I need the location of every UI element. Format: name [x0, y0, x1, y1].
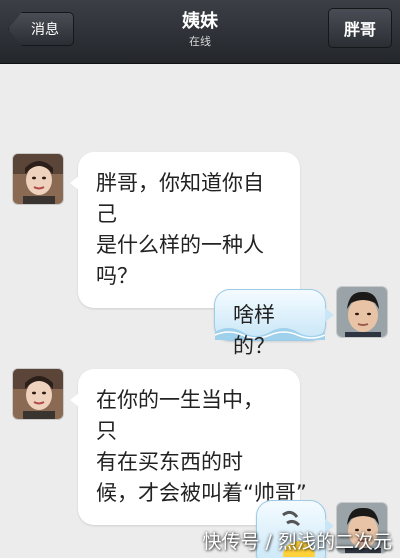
contact-profile-button[interactable]: 胖哥 [328, 8, 392, 48]
woman-portrait-icon [13, 369, 63, 419]
chat-title: 姨妹 [182, 11, 218, 32]
source-watermark: 快传号 / 烈浅的二次元 [202, 531, 392, 553]
message-line: 候，才会被叫着“帅哥” [96, 481, 307, 505]
message-bubble-outgoing[interactable]: 啥样的？ [214, 289, 334, 358]
chat-title-block: 姨妹 在线 [120, 10, 280, 50]
back-to-messages-button[interactable]: 消息 [8, 12, 74, 46]
message-text: 啥样的？ [233, 303, 275, 358]
contact-profile-label: 胖哥 [343, 20, 376, 39]
message-line: 有在买东西的时 [96, 450, 243, 474]
message-line: 吗？ [96, 264, 138, 288]
chat-header: 消息 姨妹 在线 胖哥 [0, 0, 400, 64]
online-status: 在线 [189, 35, 211, 48]
message-bubble-incoming[interactable]: 胖哥，你知道你自己 是什么样的一种人 吗？ [70, 152, 300, 308]
contact-avatar[interactable] [12, 368, 64, 420]
man-portrait-icon [337, 287, 387, 337]
back-button-label: 消息 [31, 22, 59, 38]
message-line: 胖哥，你知道你自己 [96, 171, 264, 226]
message-line: 是什么样的一种人 [96, 233, 264, 257]
message-line: 在你的一生当中，只 [96, 388, 264, 443]
woman-portrait-icon [13, 154, 63, 204]
contact-avatar[interactable] [12, 153, 64, 205]
user-avatar[interactable] [336, 286, 388, 338]
